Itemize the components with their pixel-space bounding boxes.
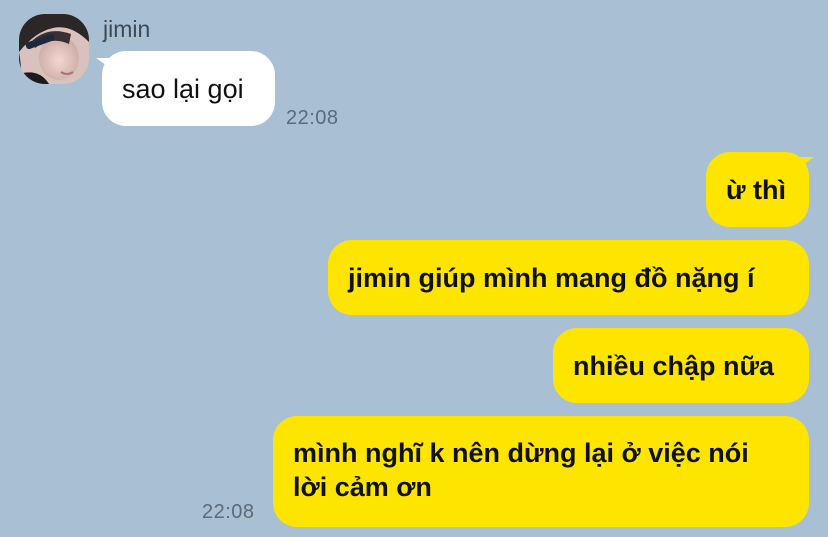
outgoing-message[interactable]: mình nghĩ k nên dừng lại ở việc nói lời … bbox=[273, 416, 809, 527]
message-text: nhiều chập nữa bbox=[573, 350, 775, 381]
message-text: jimin giúp mình mang đồ nặng í bbox=[348, 262, 755, 293]
outgoing-message[interactable]: ừ thì bbox=[706, 152, 809, 227]
chat-room: jimin sao lại gọi 22:08 ừ thì jimin giúp… bbox=[0, 0, 828, 537]
outgoing-message[interactable]: jimin giúp mình mang đồ nặng í bbox=[328, 240, 809, 315]
message-text: sao lại gọi bbox=[122, 73, 244, 104]
profile-photo-icon bbox=[19, 14, 89, 84]
incoming-message[interactable]: sao lại gọi bbox=[102, 51, 275, 126]
message-text: ừ thì bbox=[726, 174, 787, 205]
message-text: mình nghĩ k nên dừng lại ở việc nói lời … bbox=[293, 438, 749, 502]
message-timestamp: 22:08 bbox=[286, 107, 339, 129]
message-timestamp: 22:08 bbox=[202, 501, 255, 523]
outgoing-message[interactable]: nhiều chập nữa bbox=[553, 328, 809, 403]
sender-name: jimin bbox=[103, 16, 151, 42]
avatar[interactable] bbox=[19, 14, 89, 84]
